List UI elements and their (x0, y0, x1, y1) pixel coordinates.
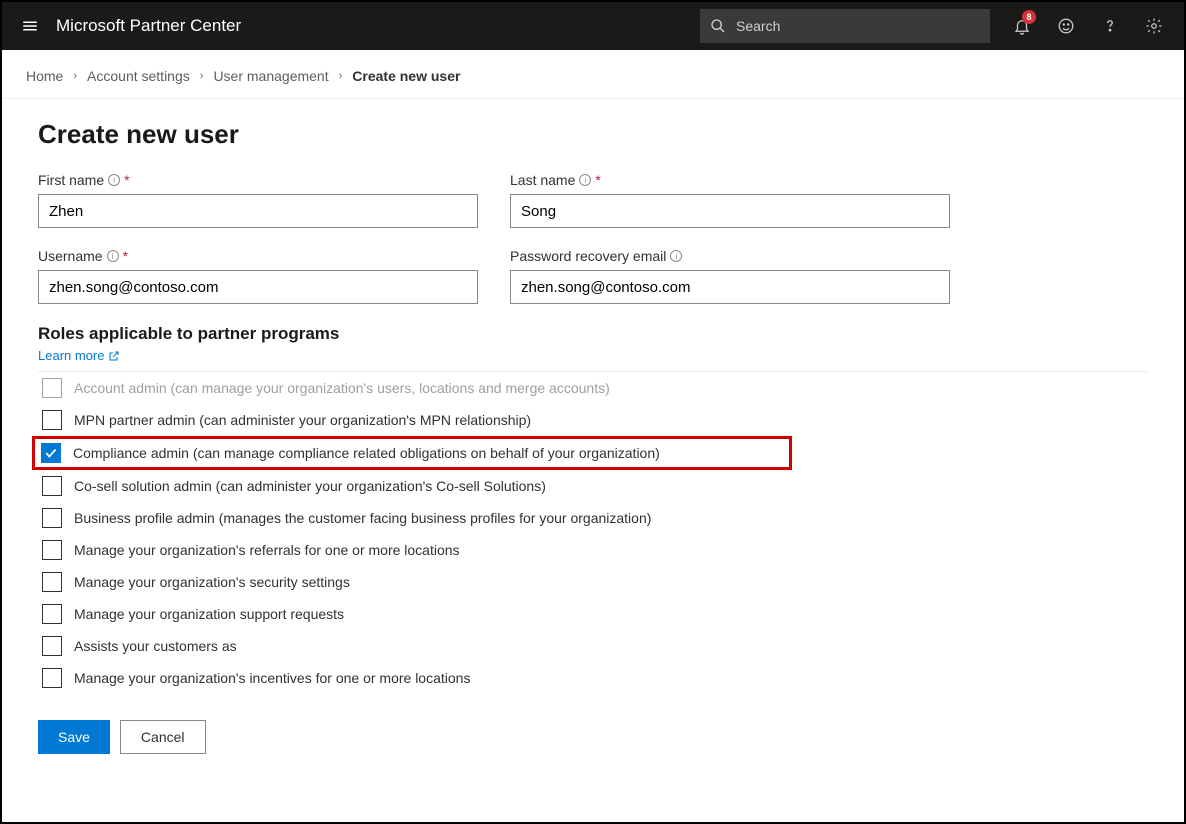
role-label: Manage your organization support request… (74, 606, 344, 622)
chevron-right-icon: › (339, 70, 343, 82)
role-label: Compliance admin (can manage compliance … (73, 445, 660, 461)
role-checkbox[interactable] (42, 378, 62, 398)
info-icon[interactable]: i (579, 174, 591, 186)
page-title: Create new user (38, 119, 1148, 150)
hamburger-icon (21, 17, 39, 35)
role-row: Compliance admin (can manage compliance … (32, 436, 792, 470)
required-indicator: * (124, 172, 129, 188)
settings-button[interactable] (1132, 2, 1176, 50)
roles-section-title: Roles applicable to partner programs (38, 324, 1148, 344)
chevron-right-icon: › (200, 70, 204, 82)
role-checkbox[interactable] (42, 604, 62, 624)
breadcrumb-account-settings[interactable]: Account settings (87, 68, 190, 84)
learn-more-link[interactable]: Learn more (38, 348, 120, 363)
username-input[interactable] (38, 270, 478, 304)
help-button[interactable] (1088, 2, 1132, 50)
breadcrumb-current: Create new user (352, 68, 460, 84)
role-checkbox[interactable] (42, 410, 62, 430)
role-label: Manage your organization's security sett… (74, 574, 350, 590)
hamburger-button[interactable] (10, 2, 50, 50)
top-header: Microsoft Partner Center 8 (2, 2, 1184, 50)
role-checkbox[interactable] (41, 443, 61, 463)
breadcrumb-home[interactable]: Home (26, 68, 63, 84)
info-icon[interactable]: i (108, 174, 120, 186)
field-last-name: Last name i * (510, 172, 950, 228)
learn-more-label: Learn more (38, 348, 104, 363)
search-input[interactable] (736, 18, 980, 34)
username-label: Username (38, 248, 103, 264)
role-label: Manage your organization's referrals for… (74, 542, 460, 558)
field-first-name: First name i * (38, 172, 478, 228)
role-checkbox[interactable] (42, 668, 62, 688)
role-row: Co-sell solution admin (can administer y… (38, 470, 1148, 502)
external-link-icon (108, 350, 120, 362)
role-row: Manage your organization's incentives fo… (38, 662, 1148, 694)
role-label: Assists your customers as (74, 638, 237, 654)
role-checkbox[interactable] (42, 508, 62, 528)
save-button[interactable]: Save (38, 720, 110, 754)
roles-list: Account admin (can manage your organizat… (38, 371, 1148, 694)
required-indicator: * (595, 172, 600, 188)
role-label: Account admin (can manage your organizat… (74, 380, 610, 396)
cancel-button[interactable]: Cancel (120, 720, 206, 754)
role-row: Manage your organization's referrals for… (38, 534, 1148, 566)
recovery-email-input[interactable] (510, 270, 950, 304)
search-icon (710, 18, 726, 34)
gear-icon (1145, 17, 1163, 35)
info-icon[interactable]: i (670, 250, 682, 262)
role-checkbox[interactable] (42, 540, 62, 560)
role-checkbox[interactable] (42, 572, 62, 592)
main-content: Create new user First name i * Last name… (2, 99, 1184, 774)
required-indicator: * (123, 248, 128, 264)
field-recovery-email: Password recovery email i (510, 248, 950, 304)
smile-icon (1057, 17, 1075, 35)
field-username: Username i * (38, 248, 478, 304)
breadcrumb-user-management[interactable]: User management (213, 68, 328, 84)
role-checkbox[interactable] (42, 476, 62, 496)
search-box[interactable] (700, 9, 990, 43)
last-name-label: Last name (510, 172, 575, 188)
first-name-label: First name (38, 172, 104, 188)
first-name-input[interactable] (38, 194, 478, 228)
question-icon (1101, 17, 1119, 35)
role-row: Assists your customers as (38, 630, 1148, 662)
role-label: Manage your organization's incentives fo… (74, 670, 470, 686)
notification-badge: 8 (1022, 10, 1036, 24)
role-checkbox[interactable] (42, 636, 62, 656)
notifications-button[interactable]: 8 (1000, 2, 1044, 50)
role-row: MPN partner admin (can administer your o… (38, 404, 1148, 436)
role-label: Business profile admin (manages the cust… (74, 510, 651, 526)
breadcrumb: Home › Account settings › User managemen… (2, 50, 1184, 99)
chevron-right-icon: › (73, 70, 77, 82)
role-row: Manage your organization support request… (38, 598, 1148, 630)
last-name-input[interactable] (510, 194, 950, 228)
role-row: Manage your organization's security sett… (38, 566, 1148, 598)
checkmark-icon (44, 446, 58, 460)
app-title: Microsoft Partner Center (56, 16, 241, 36)
role-label: MPN partner admin (can administer your o… (74, 412, 531, 428)
role-label: Co-sell solution admin (can administer y… (74, 478, 546, 494)
header-actions: 8 (1000, 2, 1176, 50)
feedback-button[interactable] (1044, 2, 1088, 50)
recovery-email-label: Password recovery email (510, 248, 666, 264)
role-row: Account admin (can manage your organizat… (38, 371, 1148, 404)
info-icon[interactable]: i (107, 250, 119, 262)
role-row: Business profile admin (manages the cust… (38, 502, 1148, 534)
